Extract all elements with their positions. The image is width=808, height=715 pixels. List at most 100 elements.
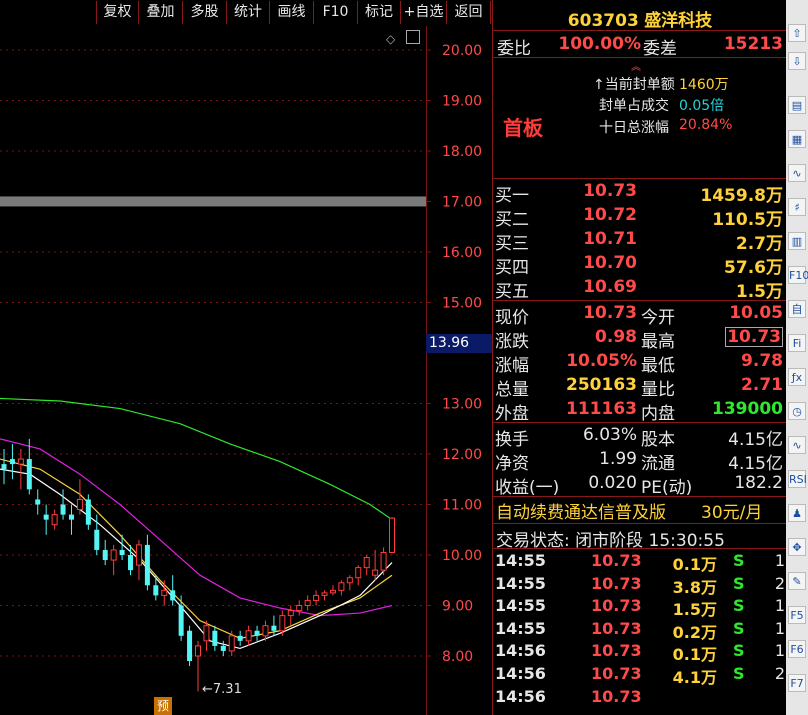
bid-label: 买一 [495,186,529,206]
candle-body-down [212,630,218,646]
y-tick-label: 8.00 [442,649,473,665]
statistics-button[interactable]: 统计 [226,1,269,24]
table-icon[interactable]: ▥ [788,232,806,250]
candle-body-up [313,594,320,601]
quote-label: 现价 [495,308,529,328]
candle-body-up [329,589,336,594]
candle-body-up [279,615,286,632]
bid-price: 10.72 [583,205,637,225]
tick-time: 14:55 [495,618,546,638]
stats-label-2: 股本 [641,430,675,450]
low-marker-value: 7.31 [212,682,242,697]
weibi-label: 委比 [497,39,531,59]
candle-body-down [128,555,134,571]
candle-body-down [187,630,193,662]
tool-sidebar: ⇧ ⇩ ▤ ▦ ∿ ♯ ▥ F10 自 Fi ƒx ◷ ∿ RSI ♟ ✥ ✎ F5 F6 F7 [786,0,808,715]
y-tick-label: 16.00 [442,245,482,261]
candle-body-up [287,610,294,617]
candle-body-up [203,625,210,642]
candle-body-up [228,635,235,652]
ad-text: 自动续费通达信普及版 [496,503,666,523]
f6-icon[interactable]: F6 [788,640,806,658]
bid-volume: 2.7万 [735,234,783,254]
weicha-value: 15213 [723,34,783,54]
add-watchlist-button[interactable]: +自选 [400,1,446,24]
bid-volume: 1.5万 [735,282,783,302]
tick-side: S [733,664,745,683]
f7-icon[interactable]: F7 [788,674,806,692]
stats-value-2: 4.15亿 [728,454,783,474]
kline-chart[interactable]: 20.00 19.00 18.00 17.00 16.00 15.00 13.00 12.00… [0,26,492,715]
stock-title: 603703 盛洋科技 [493,6,786,31]
clock-icon[interactable]: ◷ [788,402,806,420]
tick-side: S [733,596,745,616]
line-chart-icon[interactable]: ∿ [788,164,806,182]
f10-icon[interactable]: F10 [788,266,808,284]
ten-day-label: 十日总涨幅 [599,120,669,136]
tick-count: 2 [774,664,785,683]
book-icon[interactable]: 自 [788,300,806,318]
chart-icon[interactable]: ▦ [788,130,806,148]
tick-count: 1 [774,596,785,616]
tick-volume: 0.1万 [672,645,717,665]
pen-icon[interactable]: ✎ [788,572,806,590]
bid-volume: 57.6万 [724,258,783,278]
quote-value: 10.73 [583,303,637,323]
stats-label: 换手 [495,430,529,450]
ad-price: 30元/月 [701,503,763,523]
quote-value-2: 10.73 [725,327,783,347]
multi-stock-button[interactable]: 多股 [182,1,226,24]
people-icon[interactable]: ♟ [788,504,806,522]
draw-line-button[interactable]: 画线 [269,1,313,24]
tick-price: 10.73 [591,686,642,706]
wave-icon[interactable]: ∿ [788,436,806,454]
tick-price: 10.73 [591,641,642,661]
candle-body-up [76,498,83,511]
candle-body-down [271,625,277,631]
ma-white-line [0,468,393,650]
quote-label: 涨跌 [495,332,529,352]
arrow-down-icon[interactable]: ⇩ [788,52,806,70]
y-tick-label: 18.00 [442,144,482,160]
f10-small-icon[interactable]: Fi [788,334,806,352]
candle-body-up [380,551,387,571]
ad-banner[interactable]: 自动续费通达信普及版 30元/月 [493,498,786,523]
tick-count: 1 [774,618,785,638]
quote-label: 涨幅 [495,356,529,376]
ten-day-value: 20.84% [679,117,733,133]
rsi-icon[interactable]: RSI [788,470,807,488]
quote-value-2: 9.78 [741,351,783,371]
move-icon[interactable]: ✥ [788,538,806,556]
back-button[interactable]: 返回 [446,1,491,24]
bid-volume: 1459.8万 [700,186,783,206]
bid-label: 买二 [495,210,529,230]
f10-button[interactable]: F10 [313,1,357,24]
fuquan-button[interactable]: 复权 [96,1,138,24]
candle-body-up [110,549,117,561]
candle-body-down [85,499,91,525]
quote-value-2: 2.71 [741,375,783,395]
tick-time: 14:56 [495,641,546,661]
stats-label: 收益(一) [495,478,560,498]
candle-body-down [1,464,7,470]
stats-value: 6.03% [582,425,637,445]
overlay-button[interactable]: 叠加 [138,1,182,24]
seal-ratio-label: 封单占成交 [599,98,669,114]
f5-icon[interactable]: F5 [788,606,806,624]
candle-body-down [26,459,32,490]
quote-value-2: 10.05 [729,303,783,323]
arrow-up-icon[interactable]: ⇧ [788,24,806,42]
function-icon[interactable]: ƒx [788,368,806,386]
candle-body-down [153,585,159,596]
tick-price: 10.73 [591,573,642,593]
bid-label: 买五 [495,282,529,302]
grid-icon[interactable]: ▤ [788,96,806,114]
candles-icon[interactable]: ♯ [788,198,806,216]
tick-time: 14:56 [495,664,546,683]
tick-time: 14:55 [495,573,546,593]
expand-chevron-icon[interactable]: ︽ [631,58,641,73]
candle-body-up [245,630,252,642]
window-toggle-icon[interactable] [406,30,420,44]
diamond-icon[interactable]: ◇ [386,32,395,46]
mark-button[interactable]: 标记 [357,1,400,24]
